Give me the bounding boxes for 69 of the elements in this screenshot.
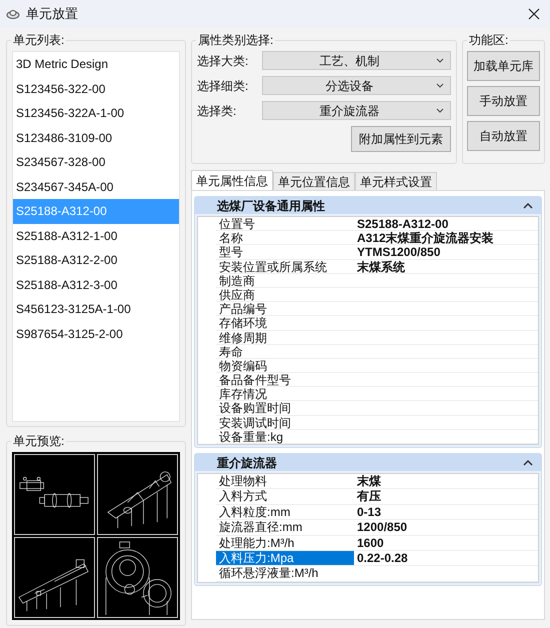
list-item[interactable]: S234567-328-00 [13,150,179,174]
list-item[interactable]: S456123-3125A-1-00 [13,297,179,322]
list-item[interactable]: S987654-3125-2-00 [13,322,179,346]
property-name[interactable]: 备品备件型号 [216,373,354,386]
property-name[interactable]: 供应商 [216,288,354,302]
tab[interactable]: 单元位置信息 [273,172,355,190]
list-item[interactable]: S25188-A312-1-00 [13,224,179,248]
property-value: S25188-A312-00 [356,217,448,230]
group-label: 功能区: [467,32,510,48]
select-label: 选择大类: [197,52,250,70]
list-item[interactable]: S123456-322A-1-00 [13,101,179,126]
property-name[interactable]: 型号 [216,245,354,259]
property-name[interactable]: 入料粒度:mm [216,504,354,520]
caret-icon [436,58,444,63]
function-button[interactable]: 加载单元库 [467,51,540,81]
property-name[interactable]: 入料压力:Mpa [216,550,354,566]
caret-icon [436,108,444,113]
tab[interactable]: 单元样式设置 [355,172,437,190]
property-value: 1600 [356,536,384,550]
property-name[interactable]: 维修周期 [216,330,354,344]
tab[interactable]: 单元属性信息 [191,170,273,190]
property-value: A312末煤重介旋流器安装 [356,231,494,244]
property-name[interactable]: 产品编号 [216,302,354,316]
list-item[interactable]: 3D Metric Design [13,52,179,76]
function-button[interactable]: 手动放置 [467,86,540,116]
attach-button[interactable]: 附加属性到元素 [351,126,451,152]
list-item[interactable]: S234567-345A-00 [13,174,179,199]
property-name[interactable]: 安装位置或所属系统 [216,260,354,273]
group-label: 单元列表: [11,32,66,48]
property-value: 1200/850 [356,520,408,535]
property-value: 末煤 [356,474,381,488]
list-item[interactable]: S25188-A312-2-00 [13,248,179,272]
list-item[interactable]: S123486-3109-00 [13,126,179,150]
select-label: 选择细类: [197,78,250,94]
close-icon [528,8,540,20]
app-icon [6,8,20,20]
property-name[interactable]: 库存情况 [216,387,354,400]
property-value: YTMS1200/850 [356,245,440,259]
group-header[interactable]: 选煤厂设备通用属性 [195,197,541,214]
dropdown[interactable]: 分选设备 [262,76,451,95]
property-name[interactable]: 位置号 [216,217,354,230]
property-name[interactable]: 物资编码 [216,358,354,372]
group-label: 属性类别选择: [196,32,276,48]
property-name[interactable]: 名称 [216,231,354,244]
property-name[interactable]: 处理物料 [216,474,354,488]
property-name[interactable]: 设备重量:kg [216,430,354,443]
property-name[interactable]: 设备购置时间 [216,401,354,415]
group-header[interactable]: 重介旋流器 [195,454,541,471]
property-name[interactable]: 寿命 [216,344,354,358]
select-label: 选择类: [197,102,238,120]
window-title: 单元放置 [26,5,78,24]
property-name[interactable]: 入料方式 [216,489,354,504]
caret-icon [436,83,444,88]
dropdown[interactable]: 工艺、机制 [262,51,451,70]
property-value: 末煤系统 [356,260,405,273]
function-button[interactable]: 自动放置 [467,121,540,151]
property-value: 有压 [356,489,381,504]
property-value: 0-13 [356,504,382,520]
property-value: 0.22-0.28 [356,550,408,566]
list-item[interactable]: S25188-A312-3-00 [13,272,179,297]
group-label: 单元预览: [11,433,66,449]
property-name[interactable]: 处理能力:M³/h [216,536,354,550]
dropdown[interactable]: 重介旋流器 [262,101,451,120]
property-name[interactable]: 循环悬浮液量:M³/h [216,566,354,581]
property-name[interactable]: 安装调试时间 [216,416,354,429]
property-name[interactable]: 制造商 [216,274,354,287]
list-item[interactable]: S123456-322-00 [13,76,179,101]
property-name[interactable]: 存储环境 [216,316,354,330]
property-name[interactable]: 旋流器直径:mm [216,520,354,535]
